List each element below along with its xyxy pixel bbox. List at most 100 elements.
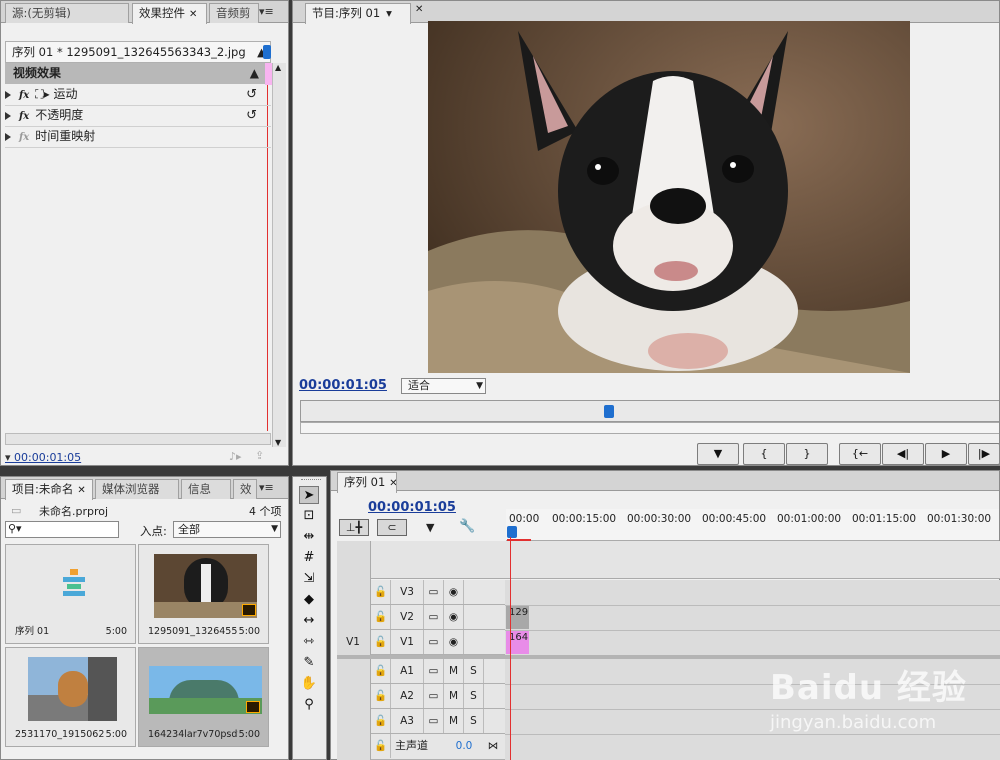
panel-menu-icon[interactable]: ▾≡ — [259, 481, 274, 494]
scroll-up-icon[interactable]: ▲ — [275, 63, 281, 72]
mute-button[interactable]: M — [444, 709, 464, 733]
rate-stretch-tool-icon[interactable]: ⇲ — [299, 570, 319, 588]
scroll-down-icon[interactable]: ▼ — [275, 438, 281, 447]
lock-icon[interactable]: 🔓 — [371, 630, 391, 654]
hand-tool-icon[interactable]: ✋ — [299, 675, 319, 693]
program-time-ruler[interactable] — [300, 400, 999, 422]
solo-button[interactable]: S — [464, 684, 484, 708]
close-icon[interactable]: ✕ — [415, 4, 423, 15]
sync-icon[interactable]: ▭ — [424, 659, 444, 683]
solo-button[interactable]: S — [464, 659, 484, 683]
tab-source[interactable]: 源:(无剪辑) — [5, 3, 129, 23]
eye-icon[interactable]: ◉ — [444, 580, 464, 604]
lock-icon[interactable]: 🔓 — [371, 580, 391, 604]
search-input[interactable]: ⚲▾ — [5, 521, 119, 538]
razor-tool-icon[interactable]: ◆ — [299, 591, 319, 609]
track-header-v1[interactable]: 🔓 V1 ▭ ◉ — [371, 630, 505, 655]
panel-menu-icon[interactable]: ▾≡ — [259, 5, 274, 18]
reset-icon[interactable]: ↺ — [246, 105, 257, 126]
tab-media-browser[interactable]: 媒体浏览器 — [95, 479, 179, 499]
sync-icon[interactable]: ▭ — [424, 630, 444, 654]
go-to-in-button[interactable]: {← — [839, 443, 881, 465]
tab-project[interactable]: 项目:未命名 ✕ — [5, 479, 93, 500]
timeline-timecode[interactable]: 00:00:01:05 — [368, 500, 456, 515]
eye-icon[interactable]: ◉ — [444, 605, 464, 629]
tab-program[interactable]: 节目:序列 01 ▾ — [305, 3, 411, 24]
mark-in-button[interactable]: { — [743, 443, 785, 465]
slide-tool-icon[interactable]: ⇿ — [299, 633, 319, 651]
solo-button[interactable]: S — [464, 709, 484, 733]
rolling-edit-tool-icon[interactable]: # — [299, 549, 319, 567]
mark-out-button[interactable]: } — [786, 443, 828, 465]
track-header-v2[interactable]: 🔓 V2 ▭ ◉ — [371, 605, 505, 630]
track-header-v3[interactable]: 🔓 V3 ▭ ◉ — [371, 580, 505, 605]
pen-tool-icon[interactable]: ✎ — [299, 654, 319, 672]
lock-icon[interactable]: 🔓 — [371, 659, 391, 683]
master-volume[interactable]: 0.0 — [449, 734, 479, 758]
lock-icon[interactable]: 🔓 — [371, 734, 391, 758]
lock-icon[interactable]: 🔓 — [371, 684, 391, 708]
tab-effects[interactable]: 效 — [233, 479, 257, 499]
tab-effect-controls[interactable]: 效果控件 ✕ — [132, 3, 207, 24]
search-icon[interactable]: ⚲▾ — [6, 522, 22, 535]
wrench-icon[interactable]: 🔧 — [459, 519, 475, 534]
vertical-scrollbar[interactable]: ▲ ▼ — [272, 63, 286, 447]
audio-icon[interactable]: ♪▸ — [229, 450, 242, 463]
effect-row-time-remap[interactable]: fx 时间重映射 — [5, 126, 265, 147]
collapse-icon[interactable]: ▲ — [250, 63, 259, 84]
reset-icon[interactable]: ↺ — [246, 84, 257, 105]
dropdown-icon[interactable]: ▼ — [476, 379, 483, 393]
project-item-image[interactable]: 164234lar7v70psdv... 5:00 — [138, 647, 269, 747]
sync-icon[interactable]: ▭ — [424, 580, 444, 604]
add-marker-button[interactable]: ▼ — [697, 443, 739, 465]
horizontal-scrollbar[interactable] — [5, 433, 271, 445]
sync-icon[interactable]: ▭ — [424, 709, 444, 733]
close-icon[interactable]: ✕ — [77, 485, 85, 496]
effect-row-motion[interactable]: fx ⛶▸ 运动 ↺ — [5, 84, 265, 105]
sync-icon[interactable]: ▭ — [424, 684, 444, 708]
track-header-master[interactable]: 🔓 主声道 0.0 ⋈ — [371, 734, 505, 760]
project-item-image[interactable]: 1295091_1326455... 5:00 — [138, 544, 269, 644]
step-back-button[interactable]: ◀| — [882, 443, 924, 465]
mute-button[interactable]: M — [444, 684, 464, 708]
fx-icon[interactable]: fx — [19, 111, 29, 122]
master-keyframe-icon[interactable]: ⋈ — [483, 734, 503, 758]
footer-timecode[interactable]: ▾ 00:00:01:05 — [5, 451, 81, 464]
program-timecode[interactable]: 00:00:01:05 — [299, 378, 387, 393]
eye-icon[interactable]: ◉ — [444, 630, 464, 654]
zoom-tool-icon[interactable]: ⚲ — [299, 696, 319, 714]
selection-tool-icon[interactable]: ➤ — [299, 486, 319, 504]
export-icon[interactable]: ⇪ — [255, 449, 264, 462]
step-forward-button[interactable]: |▶ — [968, 443, 999, 465]
effect-row-opacity[interactable]: fx 不透明度 ↺ — [5, 105, 265, 126]
fx-icon[interactable]: fx — [19, 90, 29, 101]
tab-sequence[interactable]: 序列 01 ✕ — [337, 472, 397, 493]
track-header-a2[interactable]: 🔓 A2 ▭ M S — [371, 684, 505, 709]
close-icon[interactable]: ✕ — [389, 478, 396, 489]
dropdown-icon[interactable]: ▾ — [386, 6, 392, 20]
in-point-select[interactable]: 全部 ▼ — [173, 521, 281, 538]
track-header-a1[interactable]: 🔓 A1 ▭ M S — [371, 659, 505, 684]
linked-selection-button[interactable]: ⊂ — [377, 519, 407, 536]
lock-icon[interactable]: 🔓 — [371, 709, 391, 733]
project-item-sequence[interactable]: 序列 01 5:00 — [5, 544, 136, 644]
sync-icon[interactable]: ▭ — [424, 605, 444, 629]
mute-button[interactable]: M — [444, 659, 464, 683]
tab-audio-mixer[interactable]: 音频剪 — [209, 3, 259, 23]
track-header-a3[interactable]: 🔓 A3 ▭ M S — [371, 709, 505, 734]
program-playhead-icon[interactable] — [604, 405, 614, 418]
expand-triangle-icon[interactable] — [5, 90, 11, 99]
add-marker-icon[interactable]: ▼ — [426, 521, 434, 534]
ripple-edit-tool-icon[interactable]: ⇹ — [299, 528, 319, 546]
close-icon[interactable]: ✕ — [189, 9, 197, 20]
time-ruler[interactable]: 00:00 00:00:15:00 00:00:30:00 00:00:45:0… — [506, 509, 999, 541]
project-item-image[interactable]: 2531170_1915062... 5:00 — [5, 647, 136, 747]
tab-info[interactable]: 信息 — [181, 479, 231, 499]
fit-select[interactable]: 适合 ▼ — [401, 378, 486, 394]
dropdown-icon[interactable]: ▼ — [271, 522, 278, 537]
expand-triangle-icon[interactable] — [5, 132, 11, 141]
playhead-icon[interactable] — [507, 526, 517, 538]
track-select-tool-icon[interactable]: ⊡ — [299, 507, 319, 525]
program-zoom-bar[interactable] — [300, 422, 999, 434]
expand-triangle-icon[interactable] — [5, 111, 11, 120]
